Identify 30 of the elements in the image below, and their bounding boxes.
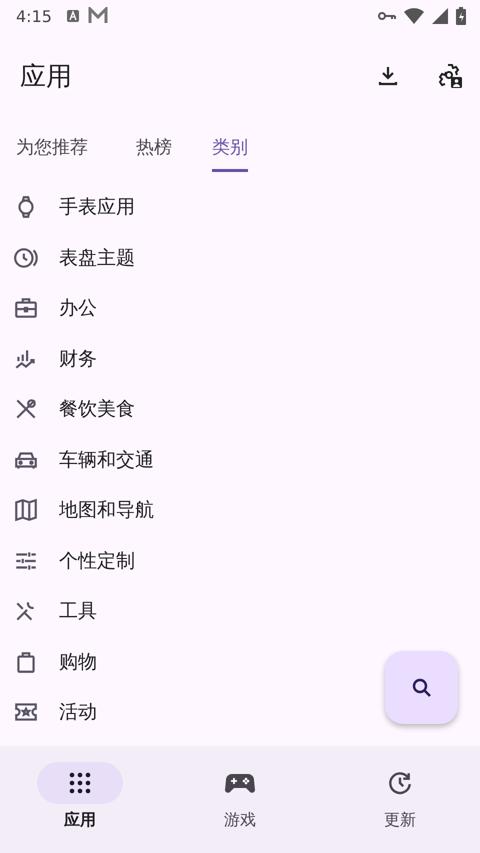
category-item[interactable]: 购物 bbox=[0, 636, 480, 687]
nav-item[interactable]: 游戏 bbox=[160, 762, 320, 853]
category-item[interactable]: 餐饮美食 bbox=[0, 384, 480, 434]
nav-item[interactable]: 更新 bbox=[320, 762, 480, 853]
update-icon bbox=[387, 770, 413, 796]
mail-icon bbox=[88, 7, 108, 25]
category-item[interactable]: 车辆和交通 bbox=[0, 434, 480, 485]
apps-icon bbox=[68, 771, 92, 795]
gamepad-icon bbox=[225, 771, 255, 795]
category-item[interactable]: 活动 bbox=[0, 687, 480, 738]
category-item[interactable]: 地图和导航 bbox=[0, 485, 480, 536]
search-button[interactable] bbox=[385, 651, 458, 724]
category-item[interactable]: 手表应用 bbox=[0, 182, 480, 232]
notification-icon bbox=[66, 9, 80, 23]
battery-icon bbox=[456, 7, 466, 25]
category-item[interactable]: 个性定制 bbox=[0, 536, 480, 586]
nav-item[interactable]: 应用 bbox=[0, 762, 160, 853]
category-item[interactable]: 表盘主题 bbox=[0, 232, 480, 283]
page-title: 应用 bbox=[20, 60, 72, 94]
key-icon bbox=[378, 11, 396, 21]
tab[interactable]: 类别 bbox=[212, 124, 248, 172]
tab[interactable]: 热榜 bbox=[124, 124, 184, 172]
wifi-icon bbox=[404, 8, 424, 24]
tab[interactable]: 为您推荐 bbox=[4, 124, 100, 172]
category-item[interactable]: 财务 bbox=[0, 334, 480, 384]
signal-icon bbox=[432, 8, 448, 24]
download-icon[interactable] bbox=[376, 64, 400, 88]
category-item[interactable]: 办公 bbox=[0, 283, 480, 334]
status-time: 4:15 bbox=[16, 6, 52, 26]
category-item[interactable]: 工具 bbox=[0, 586, 480, 636]
